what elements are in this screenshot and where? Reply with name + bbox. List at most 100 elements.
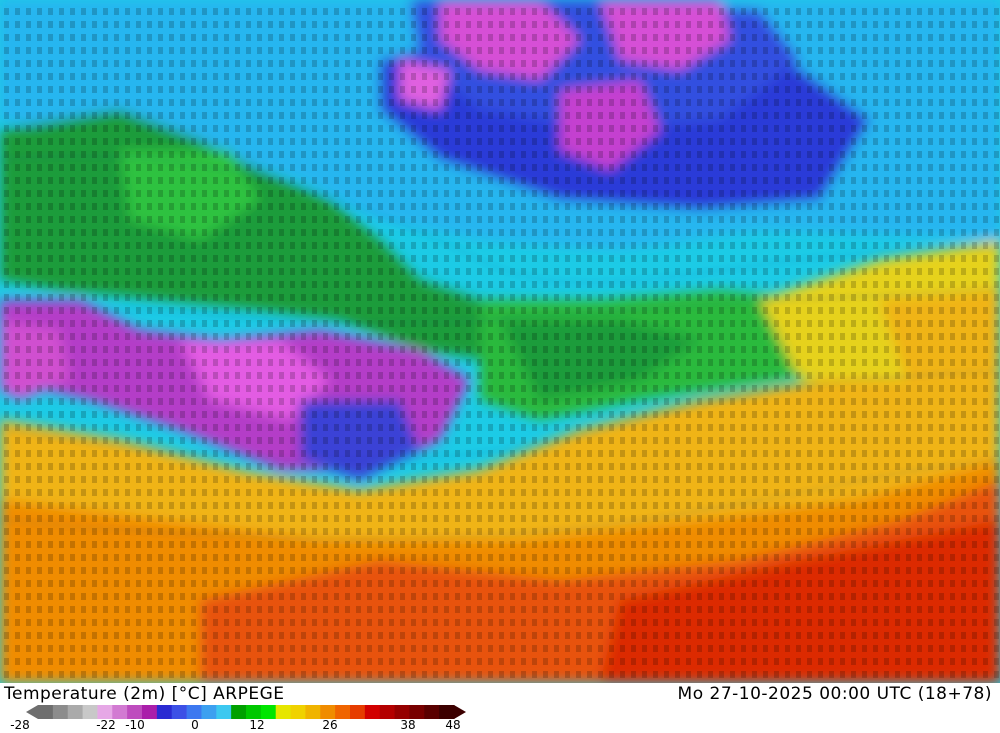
grid-value-mark: [202, 424, 207, 431]
grid-value-mark: [587, 632, 592, 639]
grid-value-mark: [983, 60, 988, 67]
grid-value-mark: [521, 476, 526, 483]
grid-value-mark: [4, 21, 9, 28]
grid-value-mark: [455, 528, 460, 535]
grid-value-mark: [653, 476, 658, 483]
grid-value-mark: [543, 333, 548, 340]
grid-value-mark: [796, 164, 801, 171]
grid-value-mark: [510, 138, 515, 145]
grid-value-mark: [136, 307, 141, 314]
grid-value-mark: [906, 281, 911, 288]
grid-value-mark: [620, 372, 625, 379]
grid-value-mark: [202, 86, 207, 93]
grid-value-mark: [158, 60, 163, 67]
grid-value-mark: [455, 190, 460, 197]
grid-value-mark: [587, 307, 592, 314]
grid-value-mark: [884, 86, 889, 93]
grid-value-mark: [323, 242, 328, 249]
grid-value-mark: [114, 21, 119, 28]
grid-value-mark: [884, 21, 889, 28]
grid-value-mark: [367, 619, 372, 626]
grid-value-mark: [389, 294, 394, 301]
grid-value-mark: [664, 450, 669, 457]
grid-value-mark: [543, 294, 548, 301]
grid-value-mark: [466, 177, 471, 184]
grid-value-mark: [895, 112, 900, 119]
grid-value-mark: [917, 86, 922, 93]
grid-value-mark: [587, 229, 592, 236]
grid-value-mark: [411, 476, 416, 483]
grid-value-mark: [246, 554, 251, 561]
grid-value-mark: [565, 190, 570, 197]
grid-value-mark: [213, 619, 218, 626]
grid-value-mark: [884, 424, 889, 431]
grid-value-mark: [543, 450, 548, 457]
grid-value-mark: [433, 515, 438, 522]
grid-value-mark: [455, 619, 460, 626]
grid-value-mark: [81, 411, 86, 418]
grid-value-mark: [807, 359, 812, 366]
grid-value-mark: [840, 645, 845, 652]
grid-value-mark: [785, 320, 790, 327]
grid-value-mark: [70, 437, 75, 444]
grid-value-mark: [400, 203, 405, 210]
grid-value-mark: [939, 255, 944, 262]
grid-value-mark: [928, 632, 933, 639]
grid-value-mark: [224, 632, 229, 639]
grid-value-mark: [664, 125, 669, 132]
grid-value-mark: [301, 359, 306, 366]
grid-value-mark: [851, 528, 856, 535]
grid-value-mark: [906, 541, 911, 548]
grid-value-mark: [48, 242, 53, 249]
grid-value-mark: [972, 333, 977, 340]
grid-value-mark: [697, 580, 702, 587]
grid-value-mark: [785, 359, 790, 366]
grid-value-mark: [840, 593, 845, 600]
grid-value-mark: [301, 216, 306, 223]
grid-value-mark: [752, 632, 757, 639]
grid-value-mark: [290, 489, 295, 496]
grid-value-mark: [774, 502, 779, 509]
grid-value-mark: [345, 47, 350, 54]
grid-value-mark: [873, 554, 878, 561]
grid-value-mark: [796, 398, 801, 405]
grid-value-mark: [818, 333, 823, 340]
grid-value-mark: [290, 307, 295, 314]
grid-value-mark: [928, 346, 933, 353]
grid-value-mark: [257, 255, 262, 262]
grid-value-mark: [191, 437, 196, 444]
grid-value-mark: [653, 333, 658, 340]
grid-value-mark: [708, 632, 713, 639]
grid-value-mark: [312, 47, 317, 54]
grid-value-mark: [752, 242, 757, 249]
grid-value-mark: [15, 450, 20, 457]
grid-value-mark: [730, 476, 735, 483]
grid-value-mark: [521, 151, 526, 158]
grid-value-mark: [576, 34, 581, 41]
grid-value-mark: [455, 164, 460, 171]
grid-value-mark: [444, 151, 449, 158]
grid-value-mark: [719, 450, 724, 457]
grid-value-mark: [697, 476, 702, 483]
grid-value-mark: [752, 671, 757, 678]
grid-value-mark: [587, 34, 592, 41]
grid-value-mark: [532, 671, 537, 678]
grid-value-mark: [224, 463, 229, 470]
grid-value-mark: [730, 489, 735, 496]
grid-value-mark: [598, 203, 603, 210]
grid-value-mark: [158, 424, 163, 431]
grid-value-mark: [829, 203, 834, 210]
grid-value-mark: [257, 359, 262, 366]
grid-value-mark: [763, 437, 768, 444]
grid-value-mark: [642, 671, 647, 678]
grid-value-mark: [928, 294, 933, 301]
grid-value-mark: [268, 333, 273, 340]
grid-value-mark: [279, 86, 284, 93]
grid-value-mark: [543, 164, 548, 171]
grid-value-mark: [191, 554, 196, 561]
grid-value-mark: [730, 515, 735, 522]
grid-value-mark: [752, 658, 757, 665]
grid-value-mark: [92, 424, 97, 431]
grid-value-mark: [917, 203, 922, 210]
grid-value-mark: [389, 489, 394, 496]
